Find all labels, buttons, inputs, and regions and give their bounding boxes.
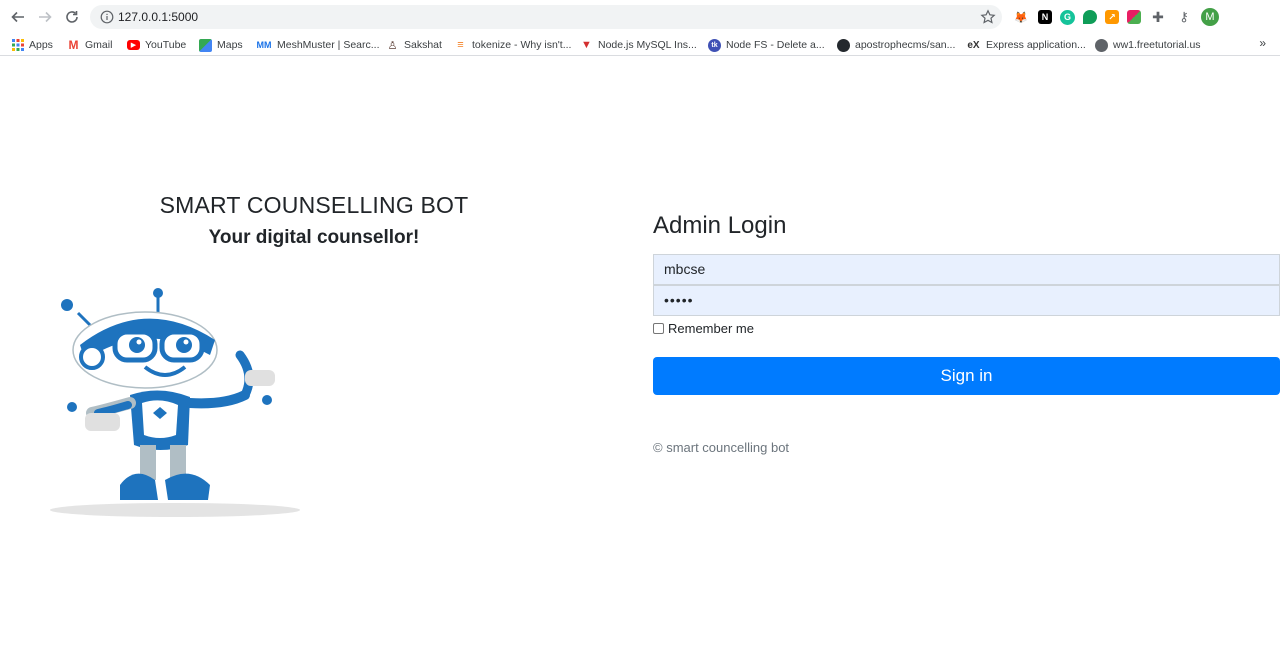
bookmark-freetutorial[interactable]: ww1.freetutorial.us (1095, 37, 1201, 53)
extensions-row: 🦊 N G ↗ ✚ ⚷ M (1012, 7, 1219, 27)
meshmuster-icon: MM (256, 40, 272, 50)
bookmarks-bar: Apps M Gmail ▶ YouTube Maps MM MeshMuste… (0, 34, 1280, 56)
reload-icon (66, 11, 78, 23)
globe-icon (1095, 38, 1108, 52)
express-icon: eX (967, 39, 980, 51)
bookmark-maps[interactable]: Maps (199, 37, 243, 53)
notion-icon[interactable]: N (1038, 10, 1052, 24)
grammarly-icon[interactable]: G (1060, 9, 1075, 25)
bookmark-tokenize[interactable]: ≡ tokenize - Why isn't... (454, 37, 571, 53)
node-fs-icon: tk (708, 38, 721, 52)
chart-extension-icon[interactable]: ↗ (1105, 10, 1119, 24)
bookmark-node-fs[interactable]: tk Node FS - Delete a... (708, 37, 825, 53)
remember-me[interactable]: Remember me (653, 321, 754, 336)
sakshat-icon: ♙ (387, 39, 398, 52)
arrow-left-icon (11, 11, 24, 23)
color-extension-icon[interactable] (1127, 10, 1141, 24)
address-bar[interactable]: 127.0.0.1:5000 (90, 5, 1002, 29)
forward-button[interactable] (35, 7, 55, 27)
node-mysql-icon: ▼ (581, 39, 592, 51)
key-icon[interactable]: ⚷ (1175, 8, 1193, 26)
bookmarks-more-button[interactable]: » (1259, 36, 1266, 50)
info-icon (100, 10, 114, 24)
bookmark-apostrophecms[interactable]: apostrophecms/san... (837, 37, 955, 53)
robot-mascot-image (50, 288, 300, 517)
back-button[interactable] (8, 7, 28, 27)
gmail-icon: M (68, 38, 79, 52)
password-input[interactable]: ••••• (653, 285, 1280, 316)
youtube-icon: ▶ (127, 40, 140, 50)
apps-grid-icon (11, 39, 24, 52)
username-input[interactable]: mbcse (653, 254, 1280, 285)
github-icon (837, 38, 850, 52)
profile-avatar[interactable]: M (1201, 8, 1219, 26)
bookmark-star-icon[interactable] (980, 9, 996, 25)
copyright-note: © smart councelling bot (653, 440, 790, 455)
address-url: 127.0.0.1:5000 (118, 10, 199, 24)
app-subtitle: Your digital counsellor! (208, 227, 420, 248)
bookmark-sakshat[interactable]: ♙ Sakshat (386, 37, 442, 53)
sign-in-button[interactable]: Sign in (653, 357, 1280, 395)
chat-extension-icon[interactable] (1083, 10, 1097, 24)
bookmark-gmail[interactable]: M Gmail (67, 37, 113, 53)
remember-me-checkbox[interactable] (653, 323, 664, 334)
remember-me-label: Remember me (668, 321, 754, 336)
arrow-right-icon (39, 11, 52, 23)
login-title: Admin Login (653, 212, 787, 239)
reload-button[interactable] (62, 7, 82, 27)
bookmark-node-mysql[interactable]: ▼ Node.js MySQL Ins... (580, 37, 697, 53)
bookmark-meshmuster[interactable]: MM MeshMuster | Searc... (256, 37, 380, 53)
login-form: Admin Login mbcse ••••• Remember me Sign… (653, 212, 1280, 455)
page-content: SMART COUNSELLING BOT Your digital couns… (0, 57, 1280, 648)
puzzle-icon[interactable]: ✚ (1149, 8, 1167, 26)
browser-toolbar: 127.0.0.1:5000 🦊 N G ↗ ✚ ⚷ M (0, 0, 1280, 34)
bookmark-apps[interactable]: Apps (11, 37, 53, 53)
bookmark-youtube[interactable]: ▶ YouTube (127, 37, 186, 53)
tokenize-icon: ≡ (457, 39, 464, 51)
metamask-icon[interactable]: 🦊 (1012, 8, 1030, 26)
app-title: SMART COUNSELLING BOT (159, 192, 469, 218)
bookmark-express[interactable]: eX Express application... (966, 37, 1085, 53)
maps-icon (199, 38, 212, 52)
